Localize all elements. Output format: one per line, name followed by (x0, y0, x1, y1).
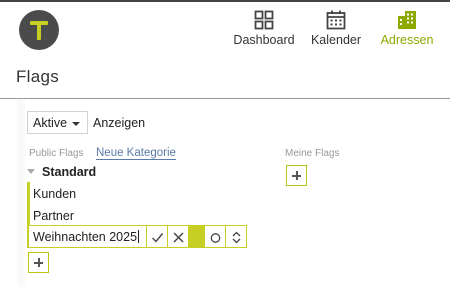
flag-name-value: Weihnachten 2025 (33, 230, 138, 244)
close-icon (173, 232, 184, 243)
circle-icon (210, 233, 221, 243)
flag-name-input[interactable]: Weihnachten 2025 (28, 225, 147, 248)
calendar-icon (326, 10, 346, 30)
sort-icon (232, 231, 241, 244)
check-icon (152, 233, 164, 243)
color-swatch-button[interactable] (188, 225, 205, 248)
nav-kalender-label: Kalender (310, 33, 362, 47)
collapse-caret-icon[interactable] (27, 169, 35, 174)
sort-button[interactable] (225, 225, 247, 248)
app-logo[interactable] (19, 10, 59, 50)
content-panel-inner (25, 99, 450, 287)
confirm-button[interactable] (146, 225, 168, 248)
shape-button[interactable] (204, 225, 226, 248)
category-title[interactable]: Standard (42, 165, 96, 179)
add-public-flag-button[interactable] (28, 252, 49, 273)
cancel-button[interactable] (167, 225, 189, 248)
nav-adressen[interactable]: Adressen (379, 10, 435, 47)
buildings-icon (398, 11, 416, 29)
nav-dashboard[interactable]: Dashboard (233, 10, 295, 47)
text-cursor (138, 230, 140, 243)
top-bar: Dashboard Kalender Adressen (0, 0, 450, 57)
public-flags-label: Public Flags (29, 148, 84, 159)
chevron-down-icon (72, 122, 80, 126)
dashboard-grid-icon (254, 10, 274, 30)
show-button[interactable]: Anzeigen (93, 116, 145, 130)
new-category-link[interactable]: Neue Kategorie (96, 147, 176, 160)
nav-kalender[interactable]: Kalender (310, 10, 362, 47)
nav-adressen-label: Adressen (380, 33, 434, 47)
page-title: Flags (16, 67, 60, 86)
add-my-flag-button[interactable] (286, 165, 307, 186)
flag-item[interactable]: Kunden (33, 187, 76, 201)
my-flags-label: Meine Flags (285, 148, 340, 159)
status-filter-select[interactable]: Aktive (27, 111, 88, 134)
nav-dashboard-label: Dashboard (233, 33, 295, 47)
status-filter-value: Aktive (33, 116, 68, 130)
flag-item[interactable]: Partner (33, 209, 74, 223)
